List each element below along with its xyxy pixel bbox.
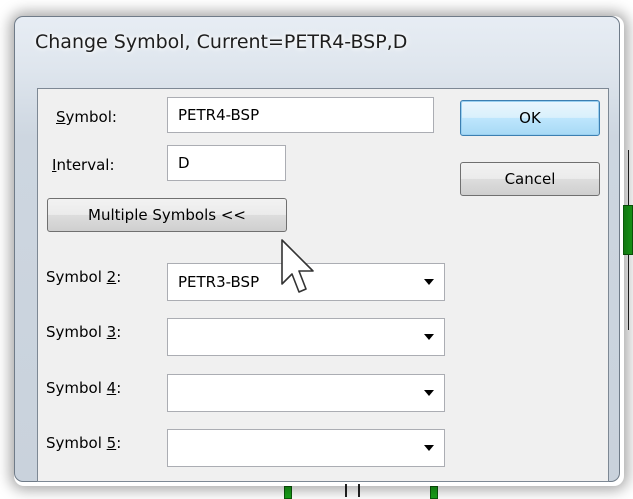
symbol-5-combobox[interactable]: [167, 429, 445, 467]
interval-label-text: nterval:: [56, 156, 114, 174]
symbol-5-label: Symbol 5:: [46, 434, 121, 452]
chevron-down-icon[interactable]: [424, 279, 434, 285]
symbol-2-value: PETR3-BSP: [178, 264, 259, 300]
symbol-3-label: Symbol 3:: [46, 323, 121, 341]
ok-button[interactable]: OK: [460, 100, 600, 136]
symbol-label: Symbol:: [56, 108, 117, 126]
chart-candle: [623, 205, 633, 255]
symbol-input[interactable]: PETR4-BSP: [167, 97, 434, 133]
interval-input[interactable]: D: [167, 145, 286, 181]
chevron-down-icon[interactable]: [424, 445, 434, 451]
dialog-client-area: Symbol: PETR4-BSP Interval: D OK Cancel …: [37, 88, 609, 482]
symbol-label-text: ymbol:: [66, 108, 117, 126]
chevron-down-icon[interactable]: [424, 390, 434, 396]
cancel-button[interactable]: Cancel: [460, 162, 600, 196]
symbol-4-label: Symbol 4:: [46, 379, 121, 397]
mouse-pointer-icon: [280, 238, 320, 300]
symbol-3-combobox[interactable]: [167, 318, 445, 356]
chart-candle: [430, 486, 438, 499]
symbol-2-label: Symbol 2:: [46, 268, 121, 286]
interval-label: Interval:: [52, 156, 115, 174]
multiple-symbols-button[interactable]: Multiple Symbols <<: [47, 198, 287, 232]
symbol-label-accesskey: S: [56, 108, 66, 126]
chart-candle: [284, 486, 292, 499]
dialog-title: Change Symbol, Current=PETR4-BSP,D: [35, 31, 407, 53]
chevron-down-icon[interactable]: [424, 334, 434, 340]
symbol-4-combobox[interactable]: [167, 374, 445, 412]
